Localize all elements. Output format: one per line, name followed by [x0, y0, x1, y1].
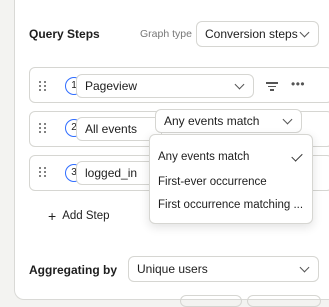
drag-handle-icon[interactable]: [39, 81, 47, 93]
chevron-down-icon: [299, 27, 310, 38]
drag-handle-icon[interactable]: [39, 123, 47, 135]
next-control[interactable]: [180, 295, 242, 307]
step-1-event-select[interactable]: Pageview: [76, 74, 254, 98]
aggregating-value: Unique users: [137, 262, 208, 276]
step-1-event-label: Pageview: [85, 79, 138, 93]
more-horizontal-icon[interactable]: •••: [291, 77, 305, 91]
plus-icon: +: [48, 208, 57, 224]
add-step-label: Add Step: [62, 210, 110, 222]
match-mode-select[interactable]: Any events match: [155, 109, 302, 133]
drag-handle-icon[interactable]: [39, 167, 47, 179]
match-mode-menu: Any events match First-ever occurrence F…: [149, 134, 313, 224]
step-3-event-label: logged_in: [85, 166, 138, 180]
menu-item-first-ever[interactable]: First-ever occurrence: [158, 176, 267, 188]
match-mode-value: Any events match: [164, 114, 260, 128]
query-panel: Query Steps Graph type Conversion steps …: [14, 0, 329, 307]
add-step-button[interactable]: + Add Step: [48, 208, 110, 224]
graph-type-label: Graph type: [140, 28, 192, 40]
query-steps-title: Query Steps: [29, 27, 100, 41]
aggregating-select[interactable]: Unique users: [128, 256, 319, 282]
chevron-down-icon: [282, 114, 293, 125]
step-2-event-label: All events: [85, 122, 138, 136]
menu-item-any-events[interactable]: Any events match: [158, 151, 249, 163]
chevron-down-icon: [234, 79, 245, 90]
checkmark-icon: [291, 150, 303, 162]
graph-type-value: Conversion steps: [205, 27, 298, 41]
aggregating-label: Aggregating by: [29, 263, 118, 277]
menu-item-first-matching[interactable]: First occurrence matching ...: [158, 199, 303, 211]
next-control[interactable]: [247, 295, 321, 307]
filter-icon[interactable]: [266, 81, 278, 91]
graph-type-select[interactable]: Conversion steps: [196, 21, 319, 47]
chevron-down-icon: [299, 262, 310, 273]
